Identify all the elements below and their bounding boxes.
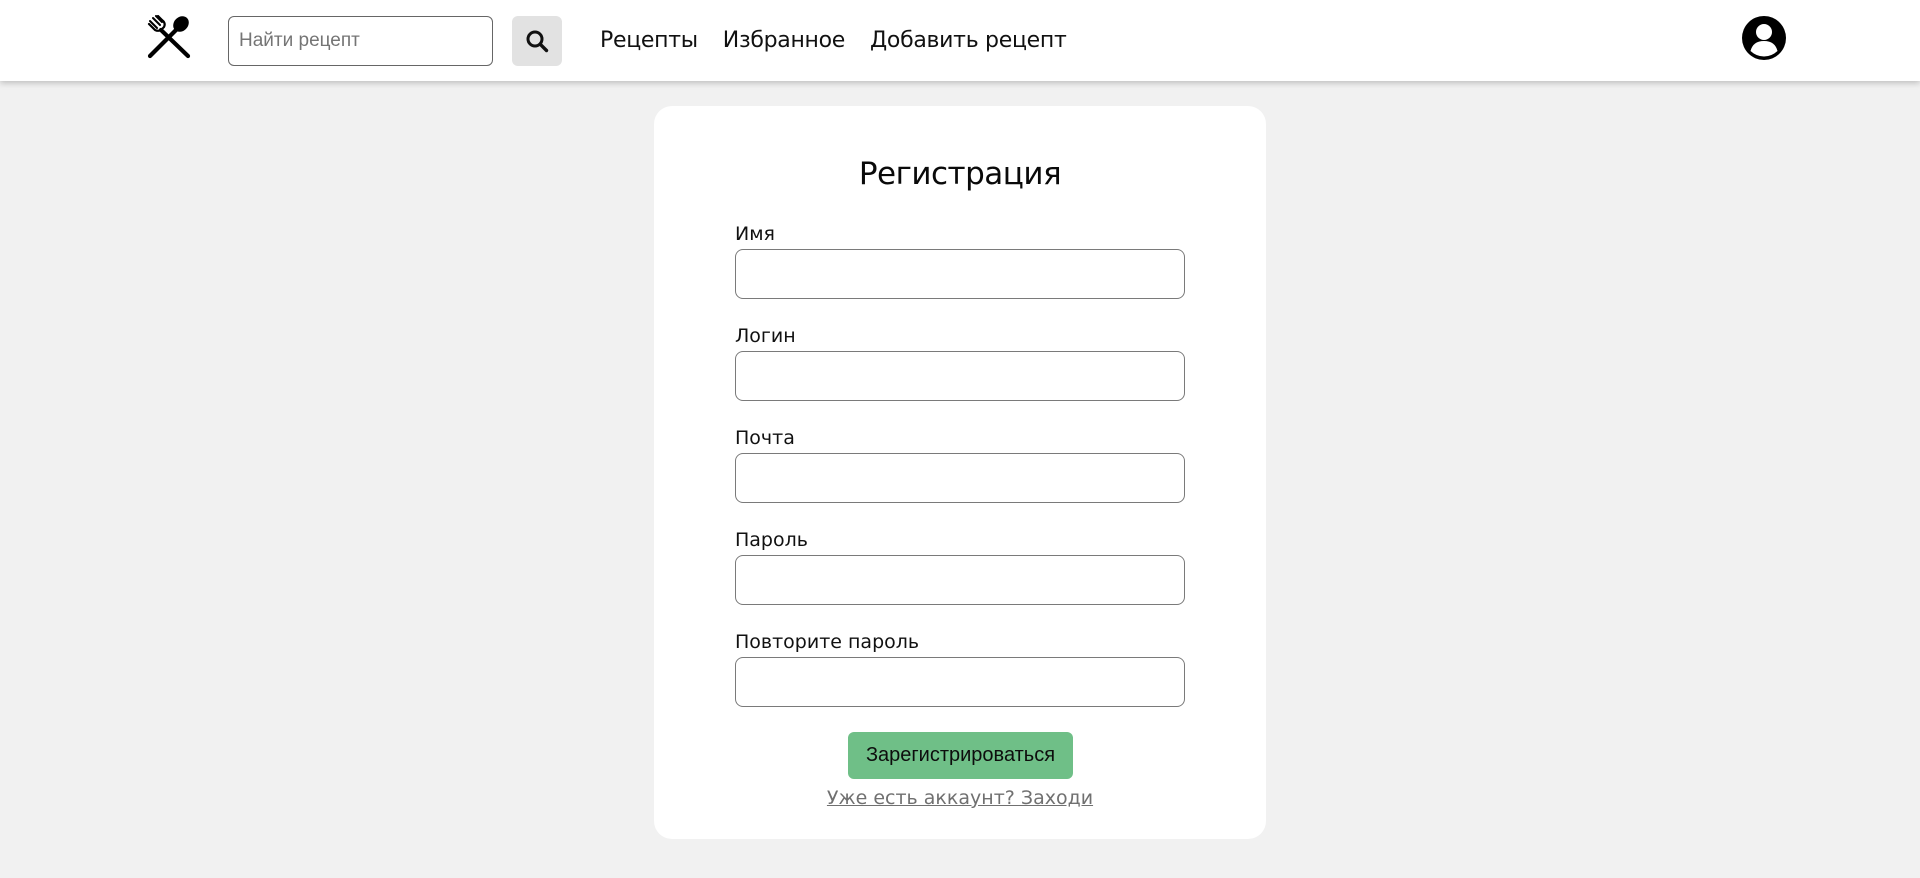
fork-spoon-crossed-icon [147, 14, 191, 59]
repeat-password-label: Повторите пароль [735, 631, 920, 653]
top-navbar: Рецепты Избранное Добавить рецепт [0, 0, 1920, 81]
password-input[interactable] [735, 555, 1185, 605]
site-logo[interactable] [146, 14, 192, 59]
registration-card: Регистрация Имя Логин Почта Пароль Повто… [654, 106, 1266, 839]
main-nav: Рецепты Избранное Добавить рецепт [600, 0, 1067, 81]
nav-link-add-recipe[interactable]: Добавить рецепт [870, 28, 1067, 53]
register-button[interactable]: Зарегистрироваться [848, 732, 1073, 779]
profile-button[interactable] [1741, 15, 1787, 61]
search-button[interactable] [512, 16, 562, 66]
nav-link-recipes[interactable]: Рецепты [600, 28, 698, 53]
search-input[interactable] [228, 16, 493, 66]
page-title: Регистрация [858, 156, 1062, 192]
search-icon [526, 30, 549, 53]
nav-link-favorites[interactable]: Избранное [723, 28, 846, 53]
login-link[interactable]: Уже есть аккаунт? Заходи [654, 787, 1266, 809]
email-label: Почта [735, 427, 795, 449]
name-input[interactable] [735, 249, 1185, 299]
user-circle-icon [1742, 16, 1786, 60]
email-input[interactable] [735, 453, 1185, 503]
login-input[interactable] [735, 351, 1185, 401]
repeat-password-input[interactable] [735, 657, 1185, 707]
name-label: Имя [735, 223, 775, 245]
password-label: Пароль [735, 529, 808, 551]
login-label: Логин [735, 325, 796, 347]
